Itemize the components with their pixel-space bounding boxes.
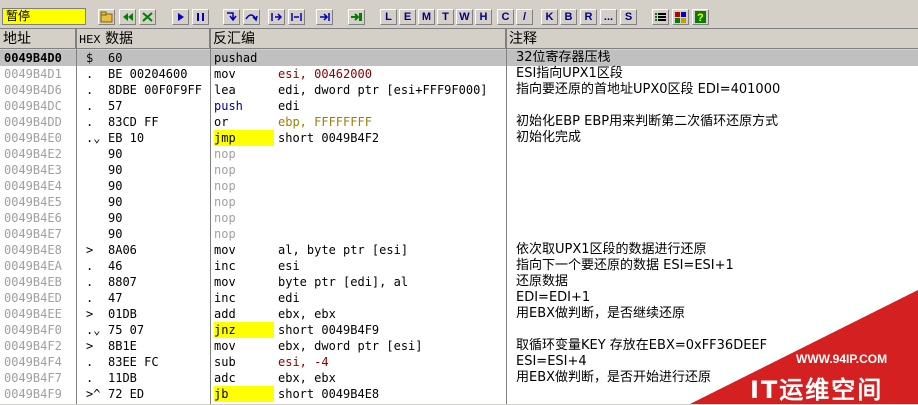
watermark-brand: IT运维空间 <box>750 376 884 404</box>
watermark-url: WWW.94IP.COM <box>796 352 888 366</box>
watermark-banner <box>690 290 918 404</box>
